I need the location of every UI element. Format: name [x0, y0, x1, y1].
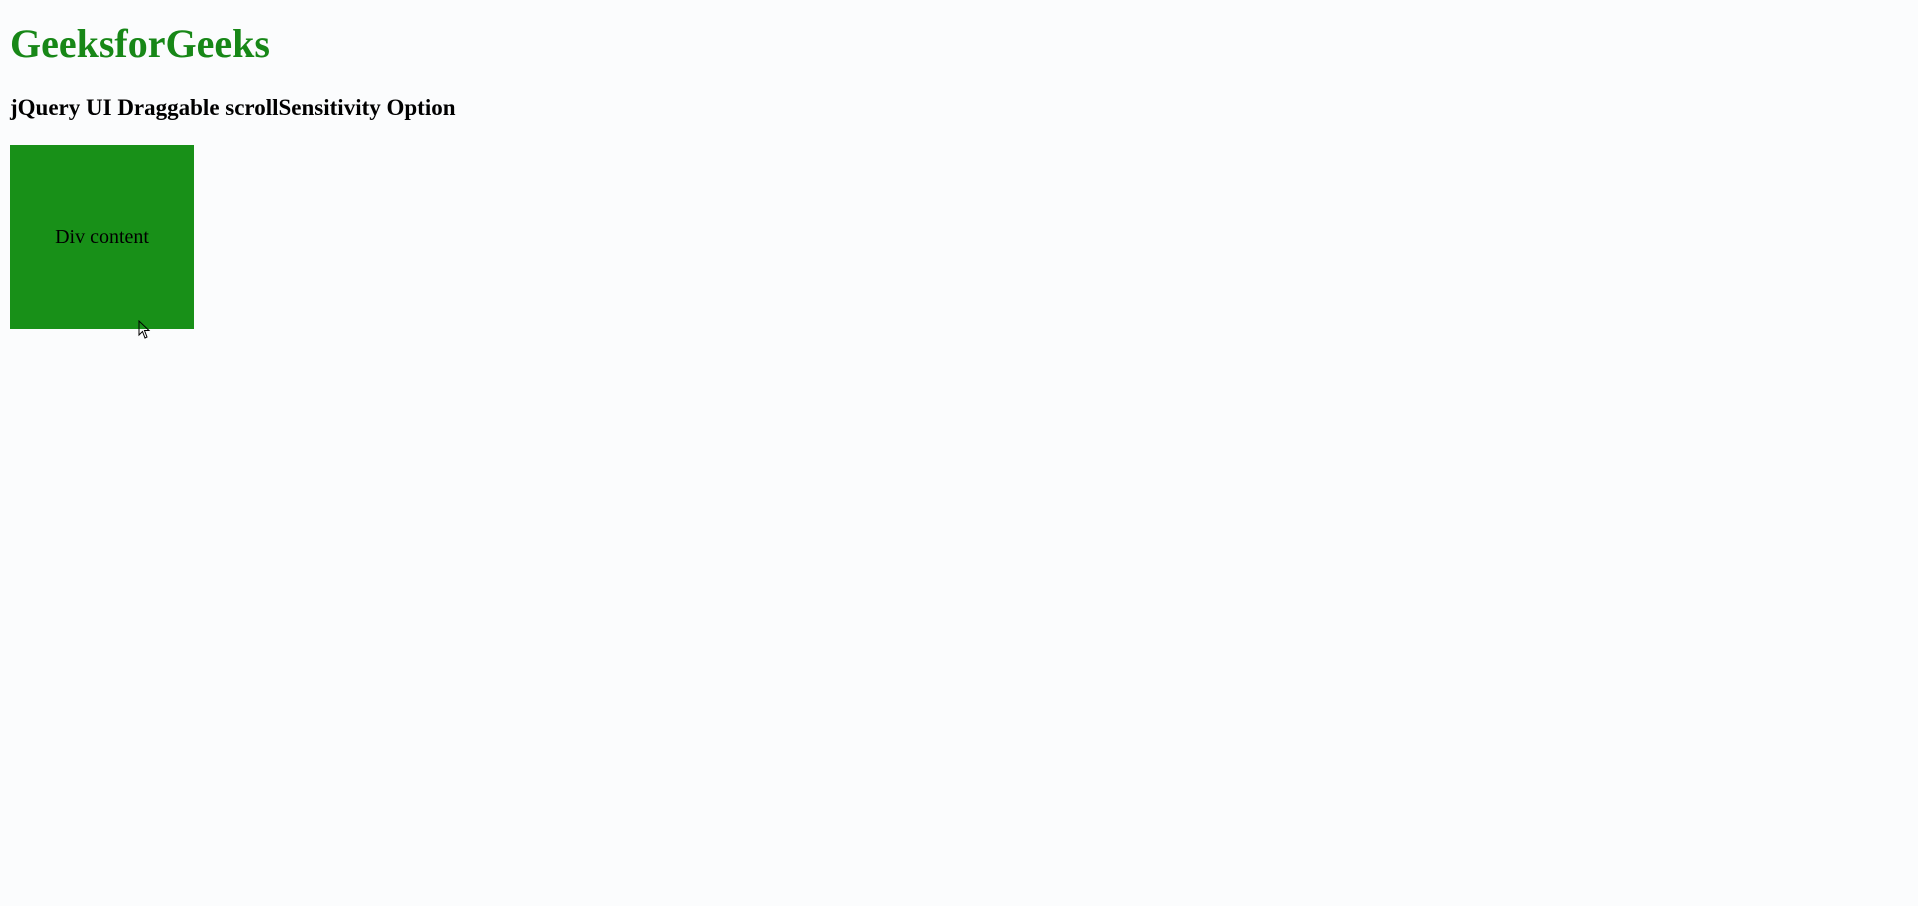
page-title: GeeksforGeeks — [10, 20, 1908, 67]
page-subtitle: jQuery UI Draggable scrollSensitivity Op… — [10, 95, 1908, 121]
draggable-div[interactable]: Div content — [10, 145, 194, 329]
draggable-content-label: Div content — [55, 226, 149, 249]
